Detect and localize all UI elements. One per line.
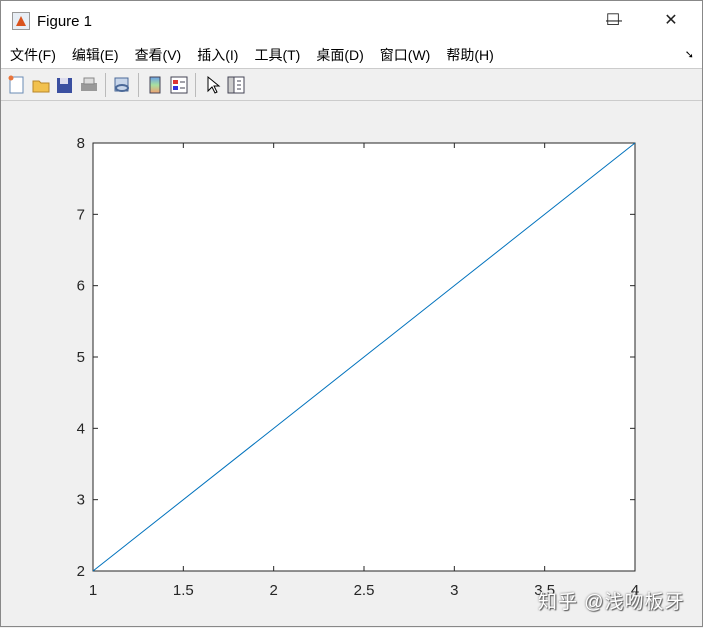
link-plot-icon[interactable] (112, 75, 132, 95)
x-tick-label: 1.5 (173, 582, 194, 599)
y-tick-label: 7 (77, 206, 85, 223)
open-file-icon[interactable] (31, 75, 51, 95)
y-tick-label: 8 (77, 135, 85, 152)
new-figure-icon[interactable] (7, 75, 27, 95)
menu-insert[interactable]: 插入(I) (197, 45, 238, 65)
close-button[interactable]: ✕ (651, 7, 691, 35)
insert-legend-icon[interactable] (169, 75, 189, 95)
menu-desktop[interactable]: 桌面(D) (316, 45, 363, 65)
menu-file[interactable]: 文件(F) (10, 45, 56, 65)
x-tick-label: 3 (450, 582, 458, 599)
insert-colorbar-icon[interactable] (145, 75, 165, 95)
toolbar (1, 70, 702, 101)
print-icon[interactable] (79, 75, 99, 95)
edit-plot-icon[interactable] (202, 75, 222, 95)
window-title: Figure 1 (37, 12, 93, 30)
axes[interactable]: 1 1.5 2 2.5 3 3.5 42345678 (1, 101, 703, 628)
toolbar-separator (195, 73, 196, 97)
x-tick-label: 1 (89, 582, 97, 599)
menu-help[interactable]: 帮助(H) (446, 45, 493, 65)
menu-edit[interactable]: 编辑(E) (72, 45, 119, 65)
x-tick-label: 2.5 (354, 582, 375, 599)
maximize-button[interactable]: ☐ (593, 7, 633, 35)
y-tick-label: 6 (77, 278, 85, 295)
menu-window[interactable]: 窗口(W) (380, 45, 431, 65)
y-tick-label: 5 (77, 349, 85, 366)
menu-view[interactable]: 查看(V) (135, 45, 182, 65)
watermark: 知乎 @浅吻板牙 (538, 592, 685, 613)
figure-window: Figure 1 — ☐ ✕ 文件(F) 编辑(E) 查看(V) 插入(I) 工… (0, 0, 703, 627)
menu-bar: 文件(F) 编辑(E) 查看(V) 插入(I) 工具(T) 桌面(D) 窗口(W… (1, 41, 702, 69)
title-bar: Figure 1 — ☐ ✕ (1, 1, 702, 41)
y-tick-label: 2 (77, 563, 85, 580)
x-tick-label: 2 (269, 582, 277, 599)
property-inspector-icon[interactable] (226, 75, 246, 95)
y-tick-label: 3 (77, 492, 85, 509)
dock-arrow-icon[interactable]: ➘ (685, 48, 694, 61)
y-tick-label: 4 (77, 420, 85, 437)
menu-tools[interactable]: 工具(T) (254, 45, 300, 65)
toolbar-separator (138, 73, 139, 97)
toolbar-separator (105, 73, 106, 97)
matlab-icon (12, 12, 30, 30)
save-icon[interactable] (55, 75, 75, 95)
